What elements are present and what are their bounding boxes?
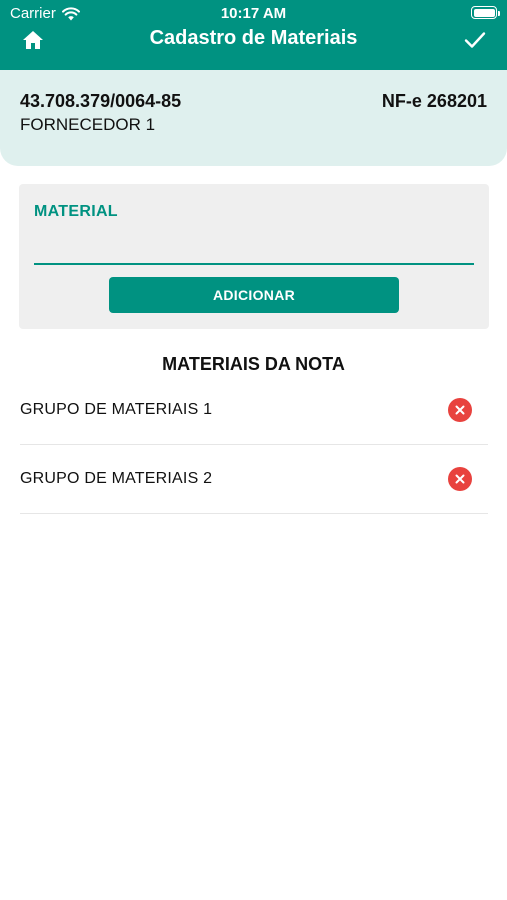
material-form: MATERIAL ADICIONAR bbox=[19, 184, 489, 329]
battery-icon bbox=[471, 6, 500, 19]
material-item-label: GRUPO DE MATERIAIS 1 bbox=[20, 401, 213, 418]
close-icon bbox=[455, 405, 465, 415]
supplier-cnpj: 43.708.379/0064-85 bbox=[20, 91, 182, 111]
navigation-bar: Cadastro de Materiais bbox=[0, 24, 507, 56]
material-label: MATERIAL bbox=[34, 203, 118, 220]
page-title: Cadastro de Materiais bbox=[149, 27, 358, 49]
material-item: GRUPO DE MATERIAIS 2 bbox=[20, 445, 488, 514]
materials-section-title: MATERIAIS DA NOTA bbox=[162, 354, 345, 374]
supplier-name: FORNECEDOR 1 bbox=[20, 115, 156, 134]
materials-list: GRUPO DE MATERIAIS 1 GRUPO DE MATERIAIS … bbox=[20, 376, 488, 514]
check-icon[interactable] bbox=[463, 28, 487, 52]
material-input[interactable] bbox=[34, 229, 474, 265]
status-time: 10:17 AM bbox=[220, 5, 287, 22]
material-item-label: GRUPO DE MATERIAIS 2 bbox=[20, 470, 213, 487]
close-icon bbox=[455, 474, 465, 484]
material-item: GRUPO DE MATERIAIS 1 bbox=[20, 376, 488, 445]
status-bar: Carrier 10:17 AM bbox=[0, 0, 507, 26]
remove-material-button[interactable] bbox=[448, 398, 472, 422]
remove-material-button[interactable] bbox=[448, 467, 472, 491]
invoice-summary: 43.708.379/0064-85 NF-e 268201 FORNECEDO… bbox=[0, 70, 507, 166]
invoice-number: NF-e 268201 bbox=[381, 91, 487, 111]
app-header: Carrier 10:17 AM Cadastro de Materiais bbox=[0, 0, 507, 70]
add-material-button[interactable]: ADICIONAR bbox=[109, 277, 399, 313]
